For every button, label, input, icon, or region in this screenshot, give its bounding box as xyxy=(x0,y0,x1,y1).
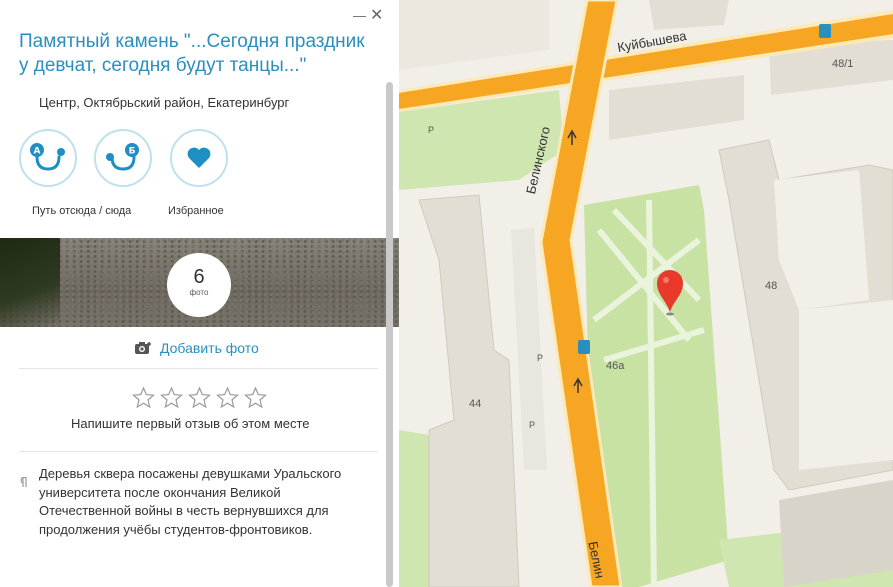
favorite-label: Избранное xyxy=(168,205,224,217)
minimize-icon[interactable]: — xyxy=(353,8,366,23)
place-description: Деревья сквера посажены девушками Уральс… xyxy=(39,466,342,537)
star-icon[interactable] xyxy=(131,386,156,410)
map-view[interactable]: Куйбышева Белинского Белин 48/1 48 46а 4… xyxy=(399,0,893,587)
route-label: Путь отсюда / сюда xyxy=(32,205,132,217)
photo-count-button[interactable]: 6 фото xyxy=(167,253,231,317)
star-icon[interactable] xyxy=(215,386,240,410)
place-address: Центр, Октябрьский район, Екатеринбург xyxy=(39,95,290,110)
star-icon[interactable] xyxy=(159,386,184,410)
parking-label: Р xyxy=(537,353,544,363)
route-to-button[interactable]: Б xyxy=(94,129,152,187)
photo-count-label: фото xyxy=(189,288,209,297)
building-number-46a: 46а xyxy=(606,360,625,372)
heart-icon xyxy=(187,147,211,168)
star-icon[interactable] xyxy=(187,386,212,410)
building-number-48: 48 xyxy=(765,280,778,292)
route-icon: А xyxy=(30,143,65,171)
add-photo-label: Добавить фото xyxy=(160,340,259,356)
photo-foliage xyxy=(0,238,60,327)
rating-stars[interactable] xyxy=(131,386,268,410)
parking-label: Р xyxy=(529,420,536,430)
star-icon[interactable] xyxy=(243,386,268,410)
scrollbar-thumb[interactable] xyxy=(386,82,393,587)
add-photo-link[interactable]: Добавить фото xyxy=(135,340,259,358)
building-number-48-1: 48/1 xyxy=(832,58,854,70)
route-a-label: А xyxy=(34,147,41,157)
place-title: Памятный камень "...Сегодня праздник у д… xyxy=(19,31,365,76)
camera-icon xyxy=(135,341,152,358)
route-button[interactable]: А xyxy=(19,129,77,187)
route-to-icon: Б xyxy=(106,143,139,171)
review-prompt[interactable]: Напишите первый отзыв об этом месте xyxy=(71,416,310,431)
parking-label: Р xyxy=(428,125,435,135)
info-icon xyxy=(19,474,27,492)
building-number-44: 44 xyxy=(469,398,482,410)
route-b-label: Б xyxy=(129,147,136,157)
map-canvas[interactable] xyxy=(399,0,893,587)
divider xyxy=(19,451,378,452)
close-icon[interactable]: ✕ xyxy=(370,5,383,25)
favorite-button[interactable] xyxy=(170,129,228,187)
divider xyxy=(19,368,378,369)
photo-count: 6 xyxy=(193,266,205,288)
place-card-panel: — ✕ Памятный камень "...Сегодня праздник… xyxy=(0,0,399,587)
